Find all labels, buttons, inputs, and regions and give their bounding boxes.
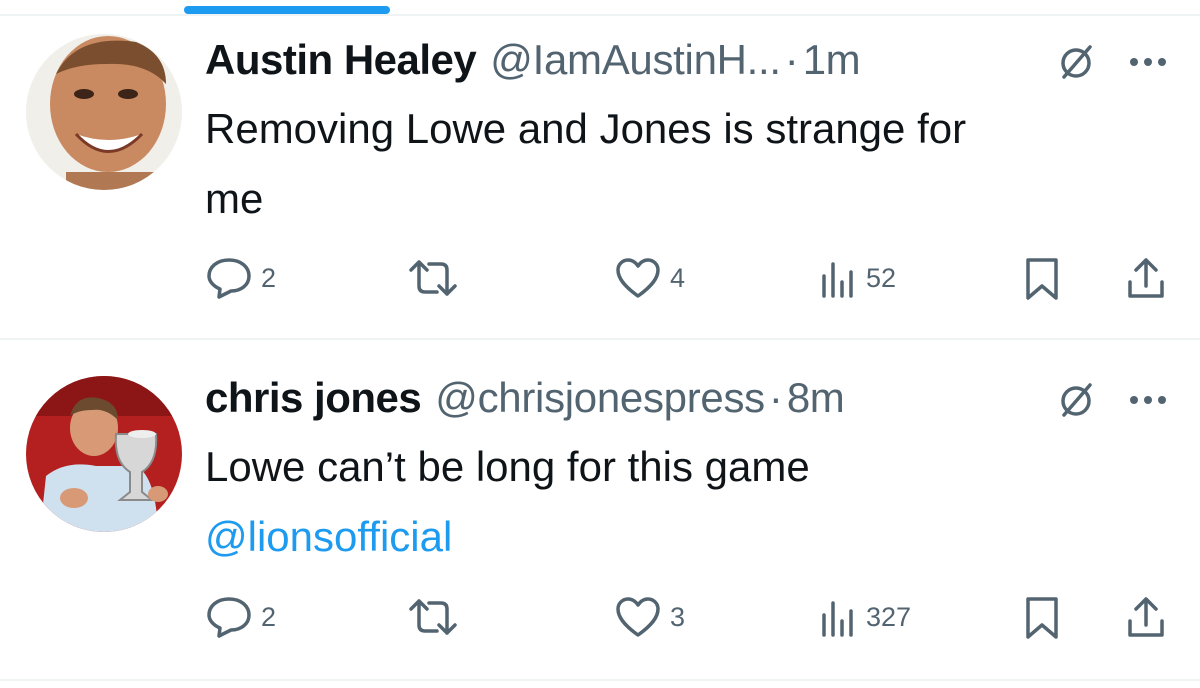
avatar[interactable]: [26, 34, 182, 190]
tweet-text-line: me: [205, 175, 264, 222]
more-options-icon[interactable]: [1128, 56, 1168, 68]
reply-icon: [207, 258, 251, 299]
reply-count: 2: [261, 262, 277, 293]
views-count: 52: [866, 262, 897, 293]
views-count: 327: [866, 601, 912, 632]
tweet-header: chris jones @chrisjonespress · 8m: [205, 368, 1180, 428]
views-chart-icon: [822, 601, 853, 637]
bookmark-button[interactable]: [1022, 592, 1062, 642]
timestamp[interactable]: 8m: [787, 374, 845, 422]
heart-icon: [616, 258, 660, 298]
mention-link[interactable]: @lionsofficial: [205, 502, 1185, 572]
grok-icon[interactable]: [1056, 42, 1096, 82]
bookmark-button[interactable]: [1022, 253, 1062, 303]
bookmark-icon: [1026, 258, 1058, 300]
reply-button[interactable]: 2: [205, 592, 276, 642]
views-button[interactable]: 327: [818, 592, 911, 642]
active-tab-indicator: [184, 6, 390, 14]
bookmark-icon: [1026, 597, 1058, 639]
reply-button[interactable]: 2: [205, 253, 276, 303]
like-button[interactable]: 4: [614, 253, 685, 303]
share-icon: [1128, 258, 1164, 298]
tweet-header: Austin Healey @IamAustinH... · 1m: [205, 30, 1180, 90]
more-options-icon[interactable]: [1128, 394, 1168, 406]
reply-icon: [207, 597, 251, 638]
display-name[interactable]: chris jones: [205, 374, 422, 422]
display-name[interactable]: Austin Healey: [205, 36, 477, 84]
grok-icon[interactable]: [1056, 380, 1096, 420]
views-button[interactable]: 52: [818, 253, 896, 303]
separator-dot: ·: [784, 36, 799, 83]
tweet-text: Lowe can’t be long for this game @lionso…: [205, 432, 1185, 572]
avatar[interactable]: [26, 376, 182, 532]
tweet[interactable]: chris jones @chrisjonespress · 8m Lowe c…: [0, 340, 1200, 666]
like-count: 3: [670, 601, 686, 632]
share-icon: [1128, 597, 1164, 637]
tweet-actions: 2 4 52: [0, 253, 1200, 303]
reply-count: 2: [261, 601, 277, 632]
retweet-button[interactable]: [405, 253, 461, 303]
share-button[interactable]: [1124, 592, 1168, 642]
share-button[interactable]: [1124, 253, 1168, 303]
bottom-divider: [0, 679, 1200, 681]
views-chart-icon: [822, 262, 853, 298]
tweet[interactable]: Austin Healey @IamAustinH... · 1m Removi…: [0, 16, 1200, 342]
tweet-text-line: Lowe can’t be long for this game: [205, 443, 810, 490]
tweet-text: Removing Lowe and Jones is strange for m…: [205, 94, 1185, 234]
heart-icon: [616, 597, 660, 637]
user-handle[interactable]: @chrisjonespress: [435, 374, 765, 422]
like-button[interactable]: 3: [614, 592, 685, 642]
timestamp[interactable]: 1m: [803, 36, 861, 84]
retweet-icon: [409, 260, 457, 296]
tweet-actions: 2 3 327: [0, 592, 1200, 642]
tweet-text-line: Removing Lowe and Jones is strange for: [205, 105, 967, 152]
user-handle[interactable]: @IamAustinH...: [490, 36, 781, 84]
retweet-icon: [409, 599, 457, 635]
like-count: 4: [670, 262, 686, 293]
separator-dot: ·: [768, 374, 783, 421]
retweet-button[interactable]: [405, 592, 461, 642]
